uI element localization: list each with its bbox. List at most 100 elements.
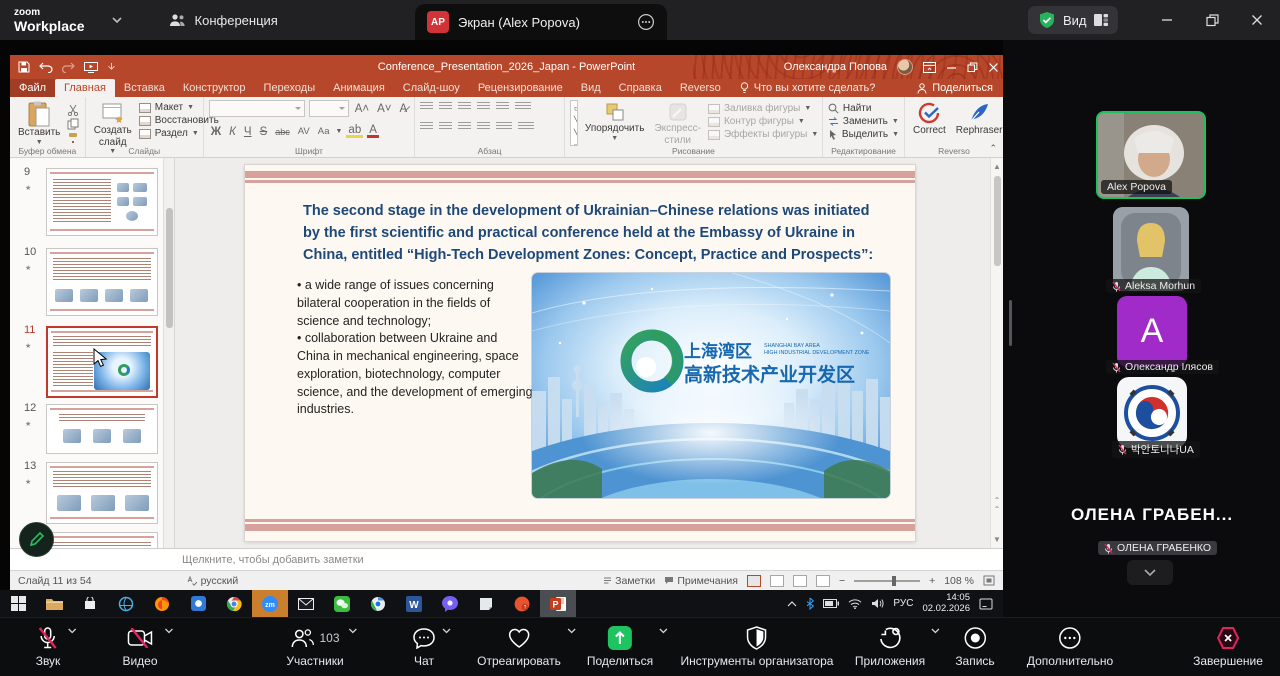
zoom-out-button[interactable]: − — [839, 575, 845, 587]
tab-transitions[interactable]: Переходы — [255, 79, 325, 97]
smartart-convert-button[interactable] — [518, 122, 534, 131]
cut-icon[interactable] — [67, 104, 79, 116]
blue-app-icon[interactable] — [180, 590, 216, 617]
workspace-chevron-down-icon[interactable] — [111, 16, 123, 24]
chat-button[interactable]: Чат — [412, 624, 436, 668]
tab-design[interactable]: Конструктор — [174, 79, 255, 97]
collapse-ribbon-icon[interactable]: ⌃ — [989, 143, 997, 154]
save-icon[interactable] — [18, 61, 30, 73]
reverso-rephraser-button[interactable]: Rephraser — [953, 100, 1006, 138]
numbering-button[interactable] — [439, 102, 452, 111]
view-slideshow-button[interactable] — [816, 575, 830, 587]
orange-app-icon[interactable]: ? — [504, 590, 540, 617]
quick-styles-button[interactable]: Экспресс-стили — [651, 100, 704, 147]
paste-button[interactable]: Вставить▼ — [15, 100, 63, 148]
bold-button[interactable]: Ж — [209, 126, 223, 138]
clear-format-button[interactable]: A̷ — [398, 103, 410, 115]
sidebar-scroll-down-button[interactable] — [1127, 560, 1173, 585]
shape-fill-button[interactable]: Заливка фигуры▼ — [708, 103, 818, 114]
shape-effects-button[interactable]: Эффекты фигуры▼ — [708, 129, 818, 140]
strikethrough-button[interactable]: S — [258, 126, 270, 138]
change-case-button[interactable]: Аа — [316, 126, 332, 137]
speaker-icon[interactable] — [871, 598, 884, 609]
shape-outline-button[interactable]: Контур фигуры▼ — [708, 116, 818, 127]
share-button-ppt[interactable]: Поделиться — [917, 82, 993, 94]
share-screen-button[interactable]: Поделиться — [587, 624, 653, 668]
comments-toggle[interactable]: Примечания — [664, 575, 738, 587]
video-button[interactable]: Видео — [122, 624, 157, 668]
find-button[interactable]: Найти — [828, 103, 899, 114]
underline-button[interactable]: Ч — [242, 126, 254, 138]
ppt-minimize-icon[interactable] — [946, 62, 957, 73]
notes-pane[interactable]: Щелкните, чтобы добавить заметки — [10, 548, 1003, 570]
notes-toggle[interactable]: Заметки — [603, 575, 655, 587]
font-color-button[interactable]: А — [367, 125, 379, 138]
window-restore-button[interactable] — [1200, 8, 1224, 32]
participants-button[interactable]: 103 Участники — [286, 624, 343, 668]
audio-button[interactable]: Звук — [36, 624, 61, 668]
word-icon[interactable]: W — [396, 590, 432, 617]
chrome-icon[interactable] — [216, 590, 252, 617]
viber-icon[interactable] — [432, 590, 468, 617]
participants-chevron-icon[interactable] — [349, 628, 358, 634]
powerpoint-taskbar-icon[interactable]: P — [540, 590, 576, 617]
internet-explorer-icon[interactable] — [108, 590, 144, 617]
window-close-button[interactable] — [1245, 8, 1269, 32]
copy-icon[interactable] — [67, 118, 79, 130]
tab-insert[interactable]: Вставка — [115, 79, 174, 97]
slide-vertical-scrollbar[interactable]: ▲ ⌃⌃ ▼ — [990, 158, 1003, 548]
select-button[interactable]: Выделить▼ — [828, 129, 899, 140]
react-button[interactable]: Отреагировать — [477, 624, 561, 668]
highlight-color-button[interactable]: ab — [346, 125, 363, 138]
tab-view[interactable]: Вид — [572, 79, 610, 97]
previous-slide-icon[interactable]: ⌃⌃ — [991, 496, 1003, 514]
tab-screen-share[interactable]: AP Экран (Alex Popova) — [415, 4, 667, 40]
scroll-up-icon[interactable]: ▲ — [991, 158, 1003, 171]
view-sorter-button[interactable] — [770, 575, 784, 587]
tab-review[interactable]: Рецензирование — [469, 79, 572, 97]
align-right-button[interactable] — [458, 122, 471, 131]
undo-icon[interactable] — [39, 62, 53, 73]
line-spacing-button[interactable] — [496, 102, 509, 111]
chat-chevron-icon[interactable] — [442, 628, 451, 634]
mail-app-icon[interactable] — [288, 590, 324, 617]
thumbnail-scrollbar[interactable] — [163, 158, 174, 548]
redo-icon[interactable] — [62, 62, 75, 73]
apps-button[interactable]: Приложения — [855, 624, 925, 668]
slide-thumbnail-13[interactable] — [46, 462, 158, 524]
keyboard-language[interactable]: РУС — [893, 598, 913, 609]
slideshow-icon[interactable] — [84, 62, 98, 73]
text-shadow-button[interactable]: abc — [273, 127, 292, 137]
video-tile-park-antonina[interactable] — [1117, 377, 1187, 448]
ribbon-display-options-icon[interactable] — [923, 62, 936, 73]
customize-toolbar-icon[interactable] — [107, 63, 116, 72]
video-chevron-icon[interactable] — [165, 628, 174, 634]
justify-button[interactable] — [477, 122, 490, 131]
view-button[interactable]: Вид — [1028, 6, 1118, 34]
align-center-button[interactable] — [439, 122, 452, 131]
account-avatar[interactable] — [897, 59, 913, 75]
tray-expand-icon[interactable] — [787, 600, 797, 607]
more-button[interactable]: Дополнительно — [1027, 624, 1113, 668]
tab-file[interactable]: Файл — [10, 79, 55, 97]
video-tile-oleksandr-iliasov[interactable]: A — [1117, 296, 1187, 367]
tab-options-icon[interactable] — [637, 13, 655, 31]
arrange-button[interactable]: Упорядочить▼ — [582, 100, 648, 144]
action-center-icon[interactable] — [979, 598, 993, 610]
align-left-button[interactable] — [420, 122, 433, 131]
reverso-correct-button[interactable]: Correct — [910, 100, 949, 138]
slide-thumbnail-12[interactable] — [46, 404, 158, 454]
font-name-select[interactable] — [209, 100, 305, 117]
scrollbar-thumb[interactable] — [994, 176, 1001, 266]
tab-help[interactable]: Справка — [610, 79, 671, 97]
microsoft-store-icon[interactable] — [72, 590, 108, 617]
view-normal-button[interactable] — [747, 575, 761, 587]
scroll-down-icon[interactable]: ▼ — [991, 535, 1003, 544]
italic-button[interactable]: К — [227, 126, 238, 138]
slide-thumbnail-9[interactable] — [46, 168, 158, 236]
shapes-gallery[interactable]: ▭ ╲ ╲ □ ○ □ △ ◇ ← ↓ ✎ ⌒ { } — [570, 100, 578, 146]
sidebar-scrollbar[interactable] — [1009, 300, 1012, 346]
video-tile-alex-popova[interactable]: Alex Popova — [1096, 111, 1206, 199]
current-slide-canvas[interactable]: The second stage in the development of U… — [245, 165, 915, 541]
host-tools-button[interactable]: Инструменты организатора — [681, 624, 834, 668]
